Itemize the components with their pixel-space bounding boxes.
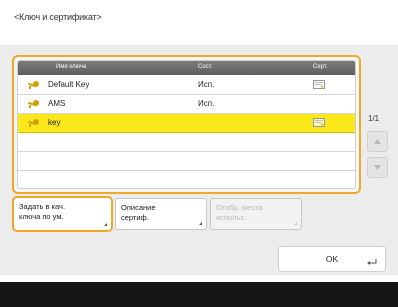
key-list-frame: Имя ключа Сост. Серт. Default Key Исп. A… bbox=[12, 55, 361, 194]
certificate-icon bbox=[313, 118, 325, 127]
screen-title: <Ключ и сертификат> bbox=[14, 12, 102, 22]
column-header-cert: Серт. bbox=[313, 64, 328, 70]
scroll-up-button[interactable] bbox=[367, 131, 388, 152]
column-header-name: Имя ключа bbox=[56, 64, 87, 70]
list-header: Имя ключа Сост. Серт. bbox=[18, 61, 355, 75]
key-row-key[interactable]: key bbox=[18, 114, 355, 133]
key-status: Исп. bbox=[198, 80, 215, 89]
key-list: Имя ключа Сост. Серт. Default Key Исп. A… bbox=[17, 60, 356, 189]
ok-button[interactable]: OK bbox=[278, 246, 386, 272]
key-icon bbox=[27, 81, 39, 89]
page-indicator: 1/1 bbox=[368, 114, 380, 123]
key-name: key bbox=[48, 118, 61, 127]
certificate-details-button[interactable]: Описание сертиф. bbox=[115, 198, 207, 230]
button-label-line2: ключа по ум. bbox=[19, 212, 64, 221]
column-header-status: Сост. bbox=[198, 64, 213, 70]
button-label-line1: Отобр. места bbox=[216, 203, 263, 212]
return-icon bbox=[367, 259, 377, 265]
show-usage-location-button[interactable]: Отобр. места использ. bbox=[210, 198, 302, 230]
key-icon bbox=[27, 100, 39, 108]
scroll-down-icon bbox=[374, 165, 381, 170]
submenu-triangle-icon bbox=[104, 223, 107, 226]
set-default-key-button[interactable]: Задать в кач. ключа по ум. bbox=[12, 196, 113, 232]
scroll-up-icon bbox=[374, 139, 381, 144]
button-label-line2: сертиф. bbox=[121, 213, 149, 222]
button-label-line1: Задать в кач. bbox=[19, 202, 66, 211]
key-row-ams[interactable]: AMS Исп. bbox=[18, 95, 355, 114]
button-label-line1: Описание bbox=[121, 203, 156, 212]
empty-row bbox=[18, 133, 355, 152]
submenu-triangle-icon bbox=[294, 222, 297, 225]
key-name: AMS bbox=[48, 99, 66, 108]
certificate-icon bbox=[313, 80, 325, 89]
button-label-line2: использ. bbox=[216, 213, 246, 222]
scroll-down-button[interactable] bbox=[367, 157, 388, 178]
bottom-status-bar bbox=[0, 282, 398, 307]
empty-row bbox=[18, 152, 355, 171]
submenu-triangle-icon bbox=[199, 222, 202, 225]
key-status: Исп. bbox=[198, 99, 215, 108]
key-icon bbox=[27, 119, 39, 127]
key-row-default-key[interactable]: Default Key Исп. bbox=[18, 76, 355, 95]
key-name: Default Key bbox=[48, 80, 90, 89]
